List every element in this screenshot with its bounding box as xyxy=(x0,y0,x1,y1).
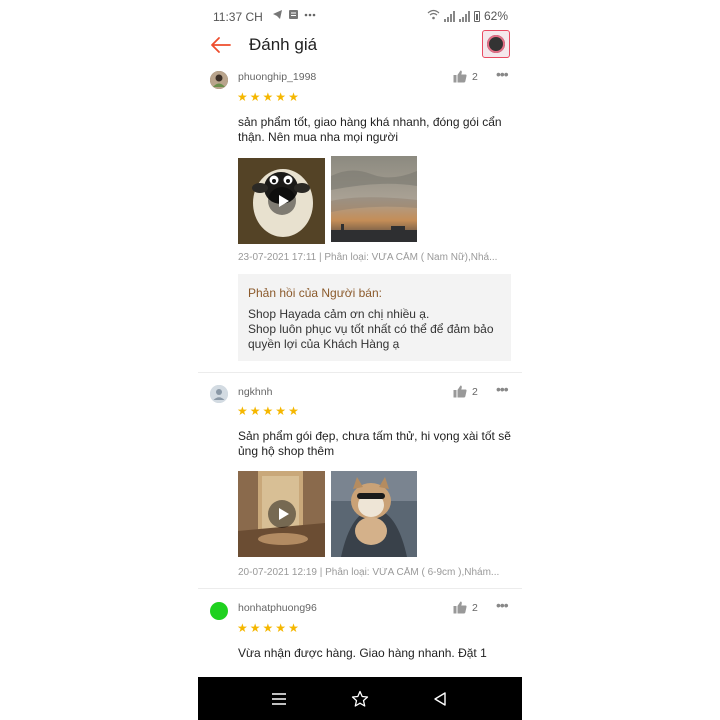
more-icon[interactable]: ••• xyxy=(496,597,509,613)
review-text: Vừa nhận được hàng. Giao hàng nhanh. Đặt… xyxy=(238,646,487,660)
menu-icon[interactable] xyxy=(259,677,299,720)
like-button[interactable]: 2 xyxy=(453,70,478,83)
review-video-thumbnail[interactable] xyxy=(238,471,325,557)
wifi-icon xyxy=(427,9,440,23)
star-icon: ★ xyxy=(275,404,287,418)
review-photo-thumbnail[interactable] xyxy=(331,156,417,242)
page-title: Đánh giá xyxy=(249,35,318,54)
review-meta: 23-07-2021 17:11 | Phân loại: VỪA CẰM ( … xyxy=(238,252,498,263)
status-time: 11:37 CH xyxy=(213,10,263,24)
status-bar: 11:37 CH 62% xyxy=(198,0,522,32)
like-button[interactable]: 2 xyxy=(453,385,478,398)
thumbs-up-icon xyxy=(453,385,467,398)
review-item: ngkhnh 2 ••• ★ ★ ★ ★ ★ Sản phẩm gói đẹp, chư… xyxy=(198,375,522,585)
review-username: phuonghip_1998 xyxy=(238,71,317,83)
battery-percent: 62% xyxy=(483,9,508,23)
star-icon: ★ xyxy=(249,90,261,104)
message-icon xyxy=(288,9,299,20)
review-username: ngkhnh xyxy=(238,386,273,398)
app-header: Đánh giá xyxy=(198,30,522,60)
seller-reply-title: Phản hồi của Người bán: xyxy=(248,286,382,300)
product-thumbnail-button[interactable] xyxy=(482,30,510,58)
user-avatar xyxy=(210,71,228,89)
like-count: 2 xyxy=(472,70,478,83)
review-item: honhatphuong96 2 ••• ★ ★ ★ ★ ★ Vừa nhận được… xyxy=(198,590,522,680)
telegram-icon xyxy=(272,9,283,20)
star-icon: ★ xyxy=(249,621,261,635)
divider xyxy=(198,372,522,373)
status-right: 62% xyxy=(427,9,508,23)
more-icon[interactable]: ••• xyxy=(496,381,509,397)
star-icon: ★ xyxy=(262,621,274,635)
star-icon: ★ xyxy=(288,404,299,418)
thumbs-up-icon xyxy=(453,601,467,614)
rating-stars: ★ ★ ★ ★ ★ xyxy=(237,91,299,103)
star-icon: ★ xyxy=(288,621,299,635)
battery-icon xyxy=(473,10,480,22)
system-nav-bar xyxy=(198,677,522,720)
star-icon: ★ xyxy=(275,621,287,635)
star-icon: ★ xyxy=(237,621,248,635)
star-icon: ★ xyxy=(288,90,299,104)
seller-reply-body: Shop Hayada cảm ơn chị nhiều ạ. Shop luô… xyxy=(248,307,494,351)
review-text: Sản phẩm gói đẹp, chưa tấm thử, hi vọng … xyxy=(238,429,511,458)
back-triangle-icon[interactable] xyxy=(420,677,460,720)
seller-reply: Phản hồi của Người bán: Shop Hayada cảm … xyxy=(238,274,511,361)
like-button[interactable]: 2 xyxy=(453,601,478,614)
rating-stars: ★ ★ ★ ★ ★ xyxy=(237,405,299,417)
review-meta: 20-07-2021 12:19 | Phân loại: VỪA CẰM ( … xyxy=(238,567,500,578)
user-avatar xyxy=(210,385,228,403)
divider xyxy=(198,588,522,589)
play-icon xyxy=(267,187,296,215)
rating-stars: ★ ★ ★ ★ ★ xyxy=(237,622,299,634)
star-icon: ★ xyxy=(249,404,261,418)
signal-1-icon xyxy=(443,10,455,22)
star-icon: ★ xyxy=(262,404,274,418)
thumbs-up-icon xyxy=(453,70,467,83)
review-username: honhatphuong96 xyxy=(238,602,317,614)
star-icon: ★ xyxy=(262,90,274,104)
phone-screen: 11:37 CH 62% Đánh giá phuonghip_1998 2 •… xyxy=(198,0,522,720)
back-arrow-icon[interactable] xyxy=(210,34,232,56)
star-outline-icon[interactable] xyxy=(340,677,380,720)
more-notifications-icon xyxy=(304,9,316,20)
star-icon: ★ xyxy=(237,90,248,104)
review-video-thumbnail[interactable] xyxy=(238,158,325,244)
notification-icons xyxy=(272,9,316,20)
play-icon xyxy=(267,500,296,528)
review-photo-thumbnail[interactable] xyxy=(331,471,417,557)
product-image xyxy=(487,35,505,53)
review-text: sản phẩm tốt, giao hàng khá nhanh, đóng … xyxy=(238,115,502,144)
user-avatar xyxy=(210,602,228,620)
like-count: 2 xyxy=(472,601,478,614)
star-icon: ★ xyxy=(237,404,248,418)
more-icon[interactable]: ••• xyxy=(496,66,509,82)
like-count: 2 xyxy=(472,385,478,398)
signal-2-icon xyxy=(458,10,470,22)
star-icon: ★ xyxy=(275,90,287,104)
